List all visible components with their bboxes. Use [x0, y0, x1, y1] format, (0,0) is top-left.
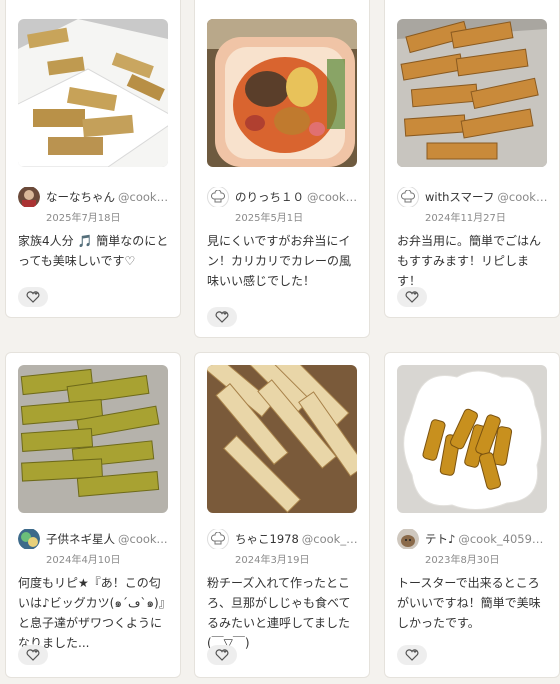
comment-text: 粉チーズ入れて作ったところ、旦那がしじゃも食べてるみたいと連呼してました(￣▽￣… [207, 576, 351, 650]
author-row[interactable]: テト♪ @cook_40597... [397, 529, 549, 549]
avatar [207, 529, 229, 549]
author-row[interactable]: withスマーフ @cook_... [397, 187, 549, 207]
like-button[interactable] [207, 307, 237, 327]
author-handle: @cook_40597... [458, 532, 549, 546]
recipe-card[interactable]: 子供ネギ星人 @cook... 2024年4月10日 何度もリピ★『あ！この匂い… [5, 352, 181, 678]
post-date: 2024年4月10日 [46, 555, 121, 566]
post-date: 2025年7月18日 [46, 213, 121, 224]
author-name: withスマーフ [425, 190, 495, 204]
avatar [18, 529, 40, 549]
food-photo[interactable] [397, 19, 547, 167]
recipe-card[interactable]: テト♪ @cook_40597... 2023年8月30日 トースターで出来ると… [384, 352, 560, 678]
heart-plus-icon [405, 649, 419, 661]
post-date: 2025年5月1日 [235, 213, 304, 224]
heart-plus-icon [215, 311, 229, 323]
recipe-card[interactable]: ちゃこ1978 @cook_40... 2024年3月19日 粉チーズ入れて作っ… [194, 352, 370, 678]
author-handle: @cook... [118, 532, 168, 546]
post-date: 2024年11月27日 [425, 213, 506, 224]
like-button[interactable] [18, 645, 48, 665]
heart-plus-icon [215, 649, 229, 661]
author-name: なーなちゃん [46, 190, 115, 204]
comment-text: 見にくいですがお弁当にイン！カリカリでカレーの風味いい感じでした！ [207, 234, 352, 288]
like-button[interactable] [18, 287, 48, 307]
recipe-card[interactable]: のりっち１０ @cook_4... 2025年5月1日 見にくいですがお弁当にイ… [194, 0, 370, 338]
avatar [397, 529, 419, 549]
author-row[interactable]: なーなちゃん @cook_4... [18, 187, 170, 207]
heart-plus-icon [405, 291, 419, 303]
author-name: 子供ネギ星人 [46, 532, 115, 546]
comment-text: トースターで出来るところがいいですね！簡単で美味しかったです。 [397, 576, 541, 630]
author-handle: @cook_4... [118, 190, 170, 204]
heart-plus-icon [26, 291, 40, 303]
chef-hat-icon [401, 190, 415, 203]
like-button[interactable] [397, 287, 427, 307]
avatar [18, 187, 40, 207]
chef-hat-icon [211, 190, 225, 203]
avatar [207, 187, 229, 207]
like-button[interactable] [207, 645, 237, 665]
post-date: 2023年8月30日 [425, 555, 500, 566]
food-photo[interactable] [207, 19, 357, 167]
recipe-card[interactable]: なーなちゃん @cook_4... 2025年7月18日 家族4人分 🎵 簡単な… [5, 0, 181, 318]
author-name: ちゃこ1978 [235, 532, 299, 546]
author-handle: @cook_4... [307, 190, 359, 204]
like-button[interactable] [397, 645, 427, 665]
food-photo[interactable] [397, 365, 547, 513]
food-photo[interactable] [207, 365, 357, 513]
comment-text: 家族4人分 🎵 簡単なのにとっても美味しいです♡ [18, 234, 169, 268]
food-photo[interactable] [18, 19, 168, 167]
author-name: テト♪ [425, 532, 456, 546]
food-photo[interactable] [18, 365, 168, 513]
author-handle: @cook_40... [301, 532, 359, 546]
author-row[interactable]: ちゃこ1978 @cook_40... [207, 529, 359, 549]
author-row[interactable]: のりっち１０ @cook_4... [207, 187, 359, 207]
author-row[interactable]: 子供ネギ星人 @cook... [18, 529, 170, 549]
heart-plus-icon [26, 649, 40, 661]
author-name: のりっち１０ [235, 190, 304, 204]
comment-text: 何度もリピ★『あ！この匂いは♪ビッグカツ(๑´ڡ`๑)』と息子達がザワつくように… [18, 576, 165, 650]
avatar [397, 187, 419, 207]
author-handle: @cook_... [497, 190, 549, 204]
comment-text: お弁当用に。簡単でごはんもすすみます！リピします！ [397, 234, 542, 288]
chef-hat-icon [211, 532, 225, 545]
recipe-card[interactable]: withスマーフ @cook_... 2024年11月27日 お弁当用に。簡単で… [384, 0, 560, 318]
post-date: 2024年3月19日 [235, 555, 310, 566]
